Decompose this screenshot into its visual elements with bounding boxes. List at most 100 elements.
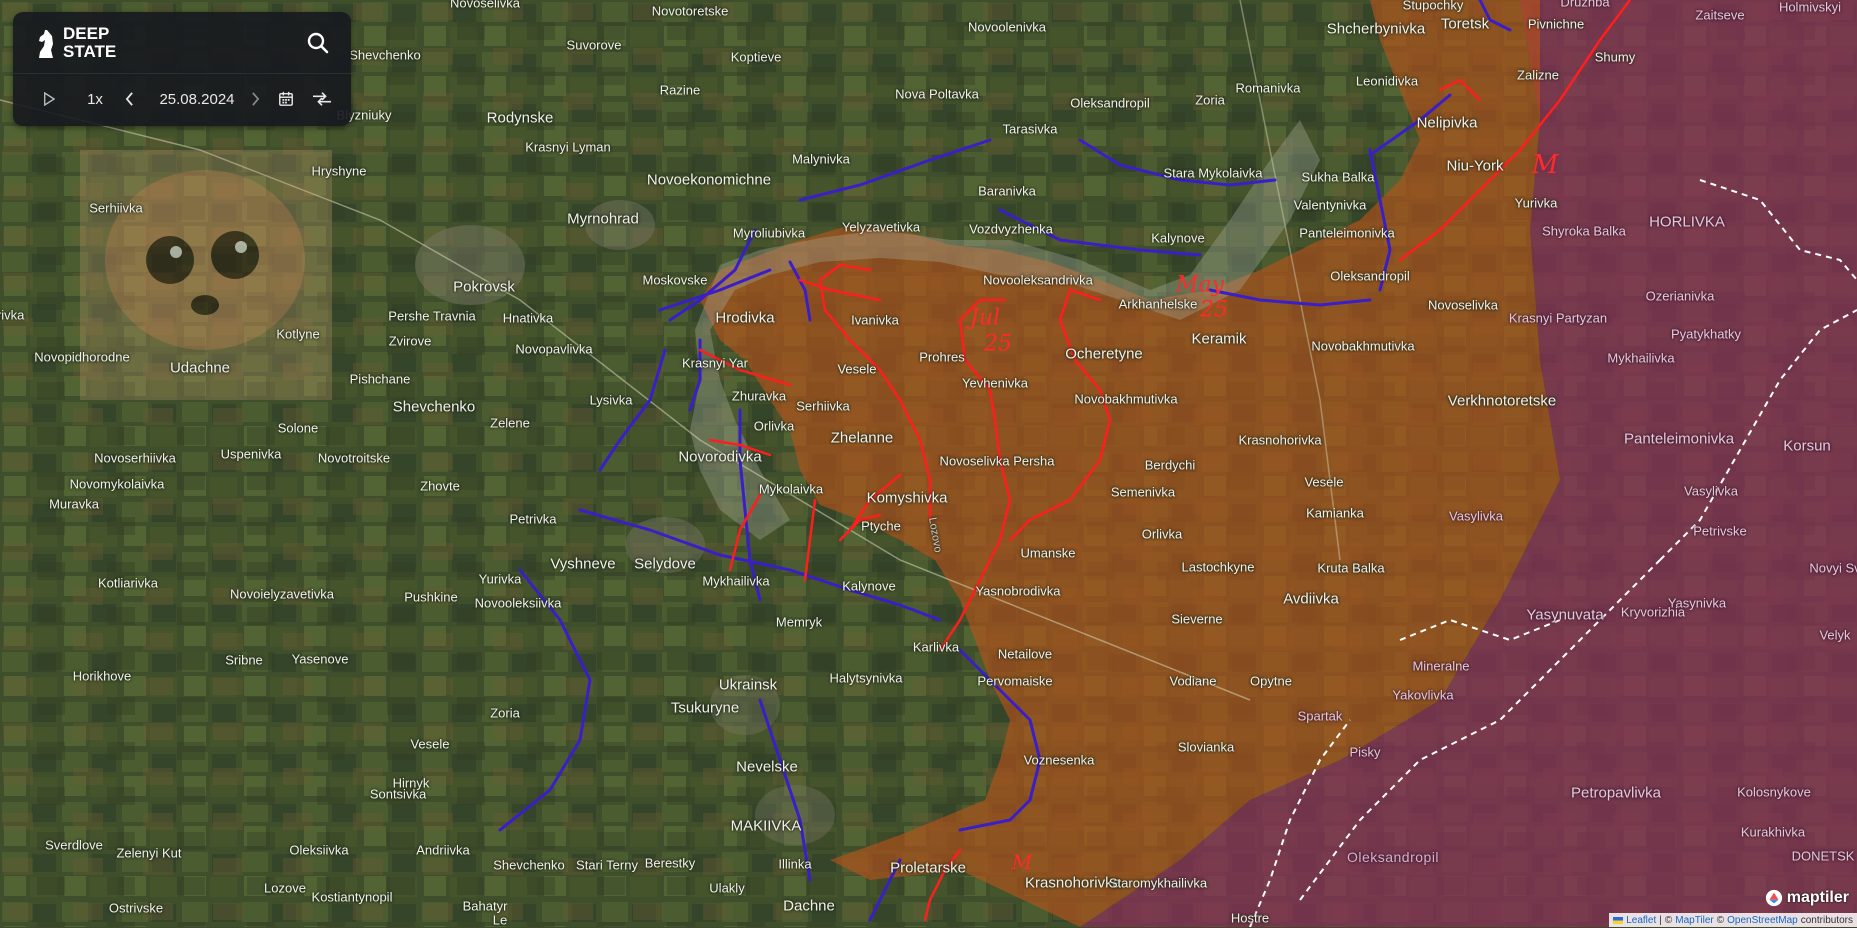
place-label: Andriivka <box>416 842 470 858</box>
place-label: Komyshivka <box>866 489 948 507</box>
place-label: Mykhailivka <box>1607 350 1675 366</box>
place-label: Yurivka <box>478 571 522 587</box>
chevron-left-icon <box>125 92 133 106</box>
osm-link[interactable]: OpenStreetMap <box>1727 915 1798 926</box>
place-label: Novopavlivka <box>515 341 593 357</box>
place-label: Pokrovsk <box>453 278 515 296</box>
place-label: Vodiane <box>1169 673 1217 689</box>
place-label: Serhiivka <box>89 200 143 216</box>
place-label: Kotlyne <box>276 326 320 342</box>
place-label: Karlivka <box>912 639 960 655</box>
knight-icon <box>39 30 53 58</box>
place-label: Zvirove <box>388 333 432 349</box>
place-label: Novoselivka <box>449 0 521 11</box>
place-label: Umanske <box>1020 545 1076 561</box>
place-label: Bahatyr <box>462 898 508 914</box>
place-label: Mykhailivka <box>702 573 770 589</box>
place-label: Oleksandropil <box>1070 95 1150 111</box>
place-label: Vozdvyzhenka <box>969 221 1053 237</box>
place-label: Vasylivka <box>1449 508 1503 524</box>
place-label: Novorodivka <box>678 448 762 466</box>
place-label: Oleksiivka <box>289 842 349 858</box>
place-label: Krasnyi Yar <box>682 355 748 371</box>
place-label: Ukrainsk <box>718 676 778 694</box>
place-label: Le <box>492 912 508 928</box>
calendar-button[interactable] <box>271 87 301 111</box>
place-label: Ocheretyne <box>1065 345 1143 363</box>
place-label: Kryvorizhia <box>1620 604 1686 620</box>
place-label: Stara Mykolaivka <box>1163 165 1263 181</box>
maptiler-link[interactable]: MapTiler <box>1675 915 1714 926</box>
attribution-contributors: contributors <box>1800 914 1853 926</box>
place-label: Selydove <box>634 555 696 573</box>
place-label: Nelipivka <box>1416 114 1478 132</box>
place-label: Horikhove <box>72 668 132 684</box>
play-button[interactable] <box>37 87 61 111</box>
place-label: Zelene <box>490 415 530 431</box>
place-label: Novobakhmutivka <box>1074 391 1178 407</box>
place-label: Keramik <box>1191 330 1247 348</box>
place-label: Zoria <box>490 705 520 721</box>
place-label: Suvorove <box>566 37 622 53</box>
place-label: Sverdlove <box>45 837 103 853</box>
place-label: Valentynivka <box>1293 197 1367 213</box>
place-label: Sribne <box>225 652 263 668</box>
place-label: Petrivske <box>1693 523 1747 539</box>
place-label: Krasnyi Partyzan <box>1508 310 1608 326</box>
place-label: Toretsk <box>1440 15 1490 33</box>
maptiler-logo[interactable]: maptiler <box>1765 889 1849 907</box>
place-label: Udachne <box>169 359 231 377</box>
place-label: Vesele <box>410 736 450 752</box>
place-label: Ozerianivka <box>1645 288 1715 304</box>
ukraine-flag-icon <box>1613 916 1624 924</box>
play-icon <box>44 92 55 106</box>
deepstate-logo[interactable]: DEEP STATE <box>35 22 175 64</box>
place-label: Pisky <box>1349 744 1381 760</box>
compare-arrows-icon <box>313 92 331 106</box>
timeline-panel: DEEP STATE 1x 25.08.2024 <box>13 12 351 126</box>
place-label: Kamianka <box>1306 505 1364 521</box>
place-label: Spartak <box>1297 708 1343 724</box>
place-label: Pishchane <box>349 371 411 387</box>
place-label: Drivka <box>0 307 25 323</box>
logo-line-2: STATE <box>63 42 117 61</box>
prev-day-button[interactable] <box>117 87 141 111</box>
maptiler-text: maptiler <box>1786 889 1849 906</box>
place-label: Arkhanhelske <box>1118 296 1198 312</box>
place-label: Novopidhorodne <box>34 349 130 365</box>
place-label: Uspenivka <box>220 446 282 462</box>
place-label: Solone <box>277 420 319 436</box>
place-label: Hostre <box>1230 910 1270 926</box>
place-label: Tsukuryne <box>670 699 740 717</box>
place-label: Razine <box>659 82 701 98</box>
search-button[interactable] <box>305 30 331 56</box>
place-label: Semenivka <box>1110 484 1176 500</box>
compare-button[interactable] <box>305 87 339 111</box>
place-label: Slovianka <box>1177 739 1235 755</box>
speed-button[interactable]: 1x <box>75 87 115 111</box>
place-label: Prohres <box>919 349 965 365</box>
place-label: Malynivka <box>792 151 850 167</box>
calendar-icon <box>279 91 293 106</box>
next-day-button[interactable] <box>243 87 267 111</box>
place-label: Netailove <box>997 646 1053 662</box>
place-label: HORLIVKA <box>1649 213 1725 231</box>
place-label: Vyshneve <box>550 555 616 573</box>
place-label: Yevhenivka <box>961 375 1029 391</box>
place-label: Hnativka <box>502 310 554 326</box>
place-label: Shumy <box>1594 49 1636 65</box>
place-label: Dachne <box>783 897 835 915</box>
place-label: Petrivka <box>509 511 557 527</box>
place-label: Shevchenko <box>349 47 421 63</box>
date-display[interactable]: 25.08.2024 <box>141 87 253 111</box>
place-label: Novobakhmutivka <box>1311 338 1415 354</box>
place-label: Vesele <box>837 361 877 377</box>
place-label: Stari Terny <box>576 857 638 873</box>
leaflet-link[interactable]: Leaflet <box>1626 915 1656 926</box>
place-label: Shevchenko <box>493 857 565 873</box>
place-label: Novoselivka Persha <box>939 453 1055 469</box>
place-label: Yasynuvata <box>1526 606 1604 624</box>
place-label: Kostiantynopil <box>311 889 393 905</box>
place-label: Myrnohrad <box>567 210 639 228</box>
place-label: Panteleimonivka <box>1623 430 1735 448</box>
